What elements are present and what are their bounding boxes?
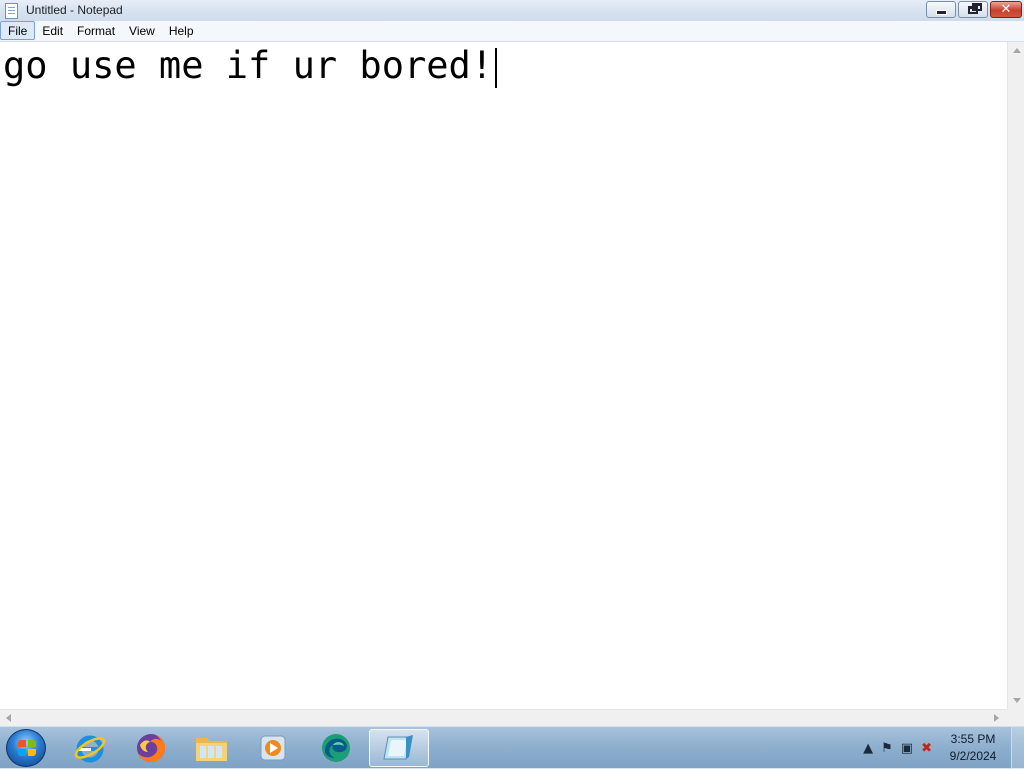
maximize-button[interactable] — [958, 1, 988, 18]
scrollbar-corner — [1007, 709, 1024, 726]
menu-bar: File Edit Format View Help — [0, 21, 1024, 42]
folder-icon — [196, 738, 227, 761]
action-center-flag-icon[interactable]: ⚑ — [881, 741, 893, 756]
network-icon[interactable]: ▣ — [901, 741, 913, 756]
scroll-left-icon[interactable] — [6, 714, 11, 722]
taskbar-internet-explorer[interactable] — [62, 729, 118, 767]
notepad-icon — [5, 3, 18, 19]
clock-date: 9/2/2024 — [949, 749, 997, 763]
vertical-scrollbar[interactable] — [1007, 42, 1024, 709]
edge-icon — [322, 734, 350, 762]
scroll-up-icon[interactable] — [1013, 48, 1021, 53]
menu-view[interactable]: View — [122, 21, 162, 41]
show-hidden-icons-icon[interactable]: ▲ — [863, 741, 873, 756]
window-controls: ✕ — [926, 1, 1022, 18]
taskbar-file-explorer[interactable] — [184, 729, 240, 767]
windows-logo-icon — [18, 740, 36, 756]
minimize-icon — [935, 10, 947, 15]
restore-icon — [968, 2, 982, 14]
menu-file[interactable]: File — [0, 21, 36, 40]
scroll-right-icon[interactable] — [994, 714, 999, 722]
clock-time: 3:55 PM — [950, 732, 996, 746]
menu-format[interactable]: Format — [70, 21, 122, 41]
text-caret — [495, 47, 498, 88]
start-button[interactable] — [6, 729, 46, 767]
close-button[interactable]: ✕ — [990, 1, 1022, 18]
horizontal-scrollbar[interactable] — [0, 709, 1007, 726]
volume-muted-icon[interactable]: ✖ — [921, 741, 932, 756]
text-editor[interactable]: go use me if ur bored! — [0, 42, 1007, 709]
menu-edit[interactable]: Edit — [35, 21, 70, 41]
taskbar: ▲ ⚑ ▣ ✖ 3:55 PM 9/2/2024 — [0, 726, 1024, 769]
show-desktop-button[interactable] — [1011, 727, 1024, 769]
title-bar[interactable]: Untitled - Notepad ✕ — [0, 0, 1024, 22]
minimize-button[interactable] — [926, 1, 956, 18]
scroll-down-icon[interactable] — [1013, 698, 1021, 703]
notepad-taskbar-icon — [383, 735, 413, 760]
clock[interactable]: 3:55 PM 9/2/2024 — [940, 731, 1006, 765]
editor-text: go use me if ur bored! — [3, 44, 494, 87]
taskbar-firefox[interactable] — [123, 729, 179, 767]
firefox-icon — [137, 733, 166, 762]
internet-explorer-icon — [74, 735, 106, 763]
taskbar-edge[interactable] — [308, 729, 364, 767]
window-title: Untitled - Notepad — [26, 3, 123, 17]
close-icon: ✕ — [1000, 2, 1012, 17]
taskbar-notepad[interactable] — [369, 729, 429, 767]
media-player-icon — [260, 735, 286, 761]
system-tray: ▲ ⚑ ▣ ✖ 3:55 PM 9/2/2024 — [863, 727, 1024, 769]
editor-content: go use me if ur bored! — [3, 44, 498, 88]
taskbar-media-player[interactable] — [245, 729, 301, 767]
menu-help[interactable]: Help — [162, 21, 201, 41]
